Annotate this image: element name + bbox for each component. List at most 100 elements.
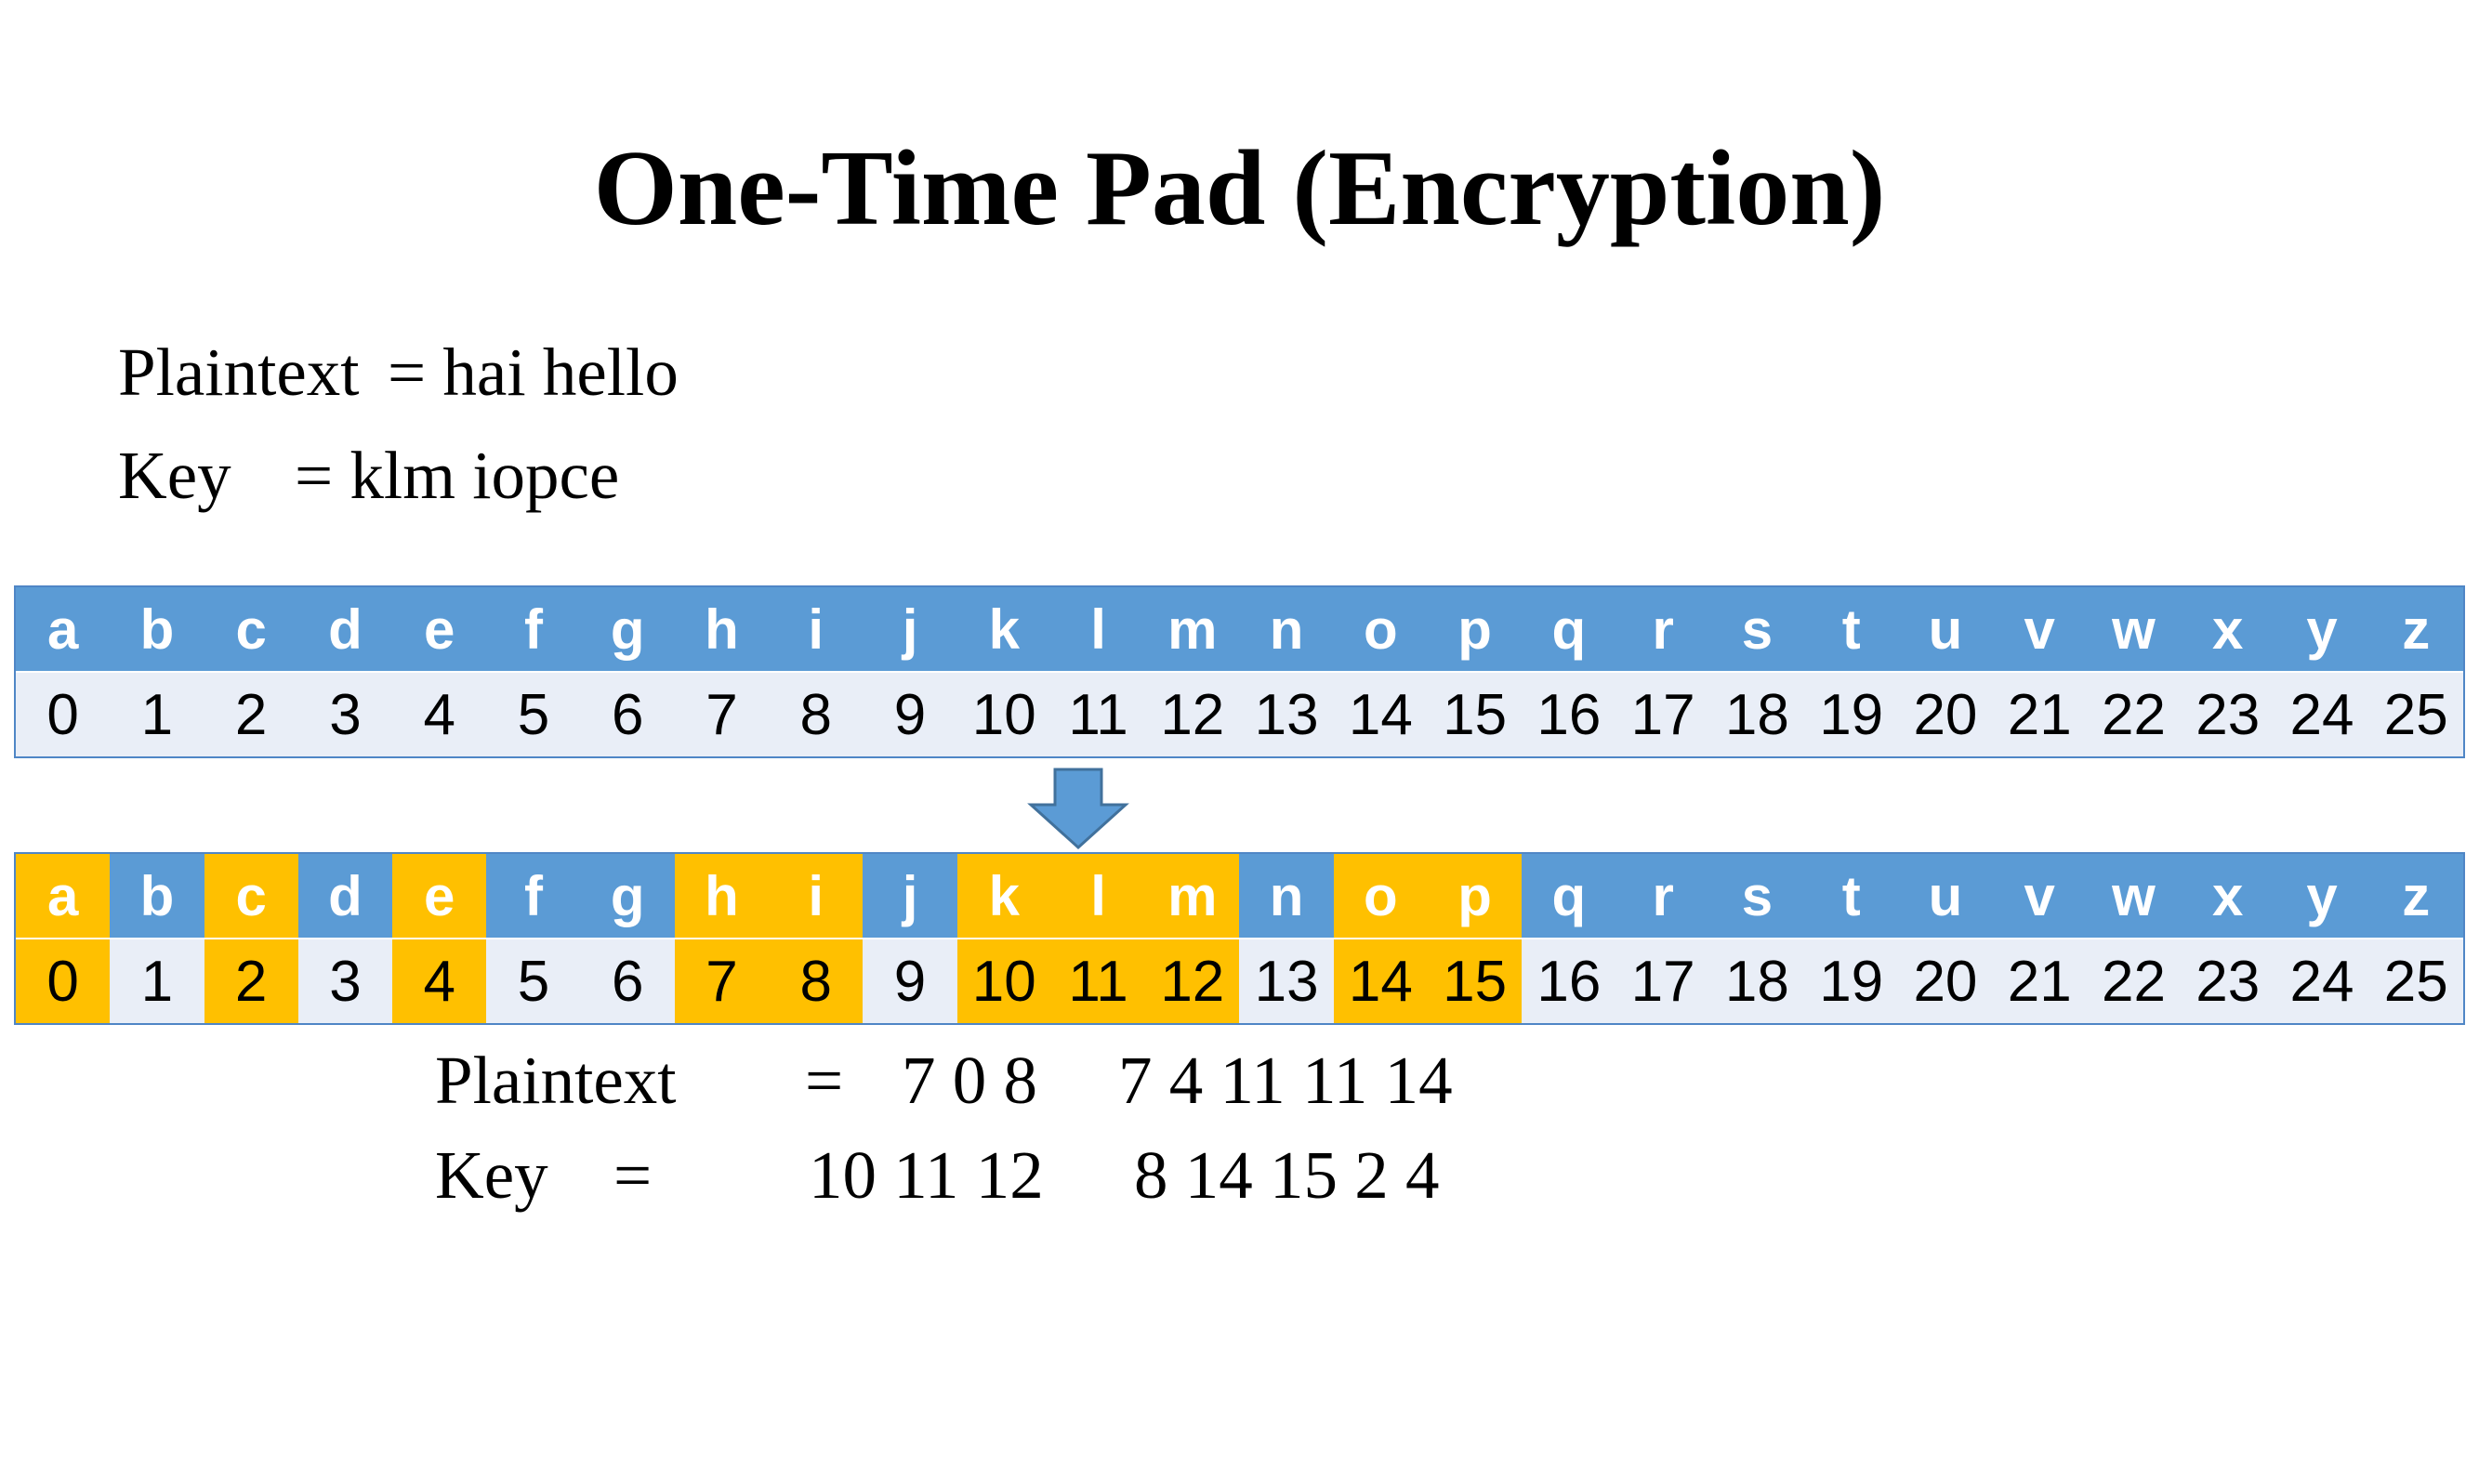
letter-row: abcdefghijklmnopqrstuvwxyz xyxy=(16,587,2463,671)
key-value: = klm iopce xyxy=(295,438,620,513)
key-numbers-equals: = xyxy=(613,1137,653,1213)
letter-cell-k: k xyxy=(956,587,1051,671)
letter-cell-f: f xyxy=(486,587,581,671)
letter-cell-o: o xyxy=(1333,587,1428,671)
plaintext-value: = hai hello xyxy=(388,335,679,410)
letter-cell-h: h xyxy=(674,854,770,938)
number-cell-13: 13 xyxy=(1239,939,1334,1023)
number-cell-0: 0 xyxy=(16,939,111,1023)
number-cell-1: 1 xyxy=(110,673,204,756)
letter-cell-s: s xyxy=(1709,854,1805,938)
down-arrow-icon xyxy=(1027,768,1129,850)
letter-cell-a: a xyxy=(16,587,111,671)
letter-cell-h: h xyxy=(674,587,770,671)
plaintext-numbers-word1: 7 0 8 xyxy=(902,1043,1037,1118)
number-cell-7: 7 xyxy=(674,673,770,756)
number-cell-6: 6 xyxy=(580,939,675,1023)
letter-cell-v: v xyxy=(1992,587,2087,671)
letter-cell-w: w xyxy=(2086,854,2182,938)
number-cell-21: 21 xyxy=(1992,673,2087,756)
number-cell-18: 18 xyxy=(1709,673,1805,756)
number-cell-2: 2 xyxy=(204,939,298,1023)
number-cell-10: 10 xyxy=(956,939,1051,1023)
letter-cell-r: r xyxy=(1615,587,1710,671)
letter-cell-c: c xyxy=(204,854,298,938)
number-cell-20: 20 xyxy=(1898,673,1993,756)
number-row: 0 1 2 3 4 5 6 7 8 9 10 11 12 13 14 15 16 17 18 19 20 21 22 23 24… xyxy=(16,938,2463,1023)
letter-row: abcdefghijklmnopqrstuvwxyz xyxy=(16,854,2463,938)
key-label: Key xyxy=(118,438,231,513)
number-cell-4: 4 xyxy=(392,673,487,756)
number-cell-12: 12 xyxy=(1145,939,1240,1023)
letter-cell-n: n xyxy=(1239,854,1334,938)
letter-cell-u: u xyxy=(1898,854,1993,938)
letter-cell-x: x xyxy=(2181,587,2275,671)
number-cell-8: 8 xyxy=(769,939,864,1023)
letter-cell-b: b xyxy=(110,854,204,938)
number-cell-12: 12 xyxy=(1145,673,1240,756)
number-cell-3: 3 xyxy=(297,939,393,1023)
plaintext-numbers-word2: 7 4 11 11 14 xyxy=(1118,1043,1453,1118)
letter-cell-p: p xyxy=(1427,854,1523,938)
number-cell-14: 14 xyxy=(1333,939,1428,1023)
number-cell-9: 9 xyxy=(863,939,957,1023)
number-cell-6: 6 xyxy=(580,673,675,756)
number-cell-17: 17 xyxy=(1615,673,1710,756)
key-numbers-line: Key = 10 11 12 8 14 15 2 4 xyxy=(0,1141,1440,1480)
letter-cell-y: y xyxy=(2275,587,2369,671)
letter-cell-d: d xyxy=(297,854,393,938)
key-numbers-label: Key xyxy=(435,1137,548,1213)
number-cell-2: 2 xyxy=(204,673,298,756)
plaintext-definition: Plaintext = hai hello xyxy=(118,338,679,406)
number-cell-15: 15 xyxy=(1427,673,1523,756)
key-numbers-word1: 10 11 12 xyxy=(809,1137,1044,1213)
letter-cell-q: q xyxy=(1522,587,1616,671)
number-cell-17: 17 xyxy=(1615,939,1710,1023)
letter-cell-z: z xyxy=(2368,854,2463,938)
number-cell-15: 15 xyxy=(1427,939,1523,1023)
letter-cell-c: c xyxy=(204,587,298,671)
number-cell-3: 3 xyxy=(297,673,393,756)
number-cell-25: 25 xyxy=(2368,673,2463,756)
number-cell-7: 7 xyxy=(674,939,770,1023)
number-cell-16: 16 xyxy=(1522,939,1616,1023)
key-numbers-word2: 8 14 15 2 4 xyxy=(1134,1137,1440,1213)
number-cell-22: 22 xyxy=(2086,939,2182,1023)
alphabet-table: abcdefghijklmnopqrstuvwxyz 0 1 2 3 4 5 6 7 8 9 10 1… xyxy=(14,585,2465,758)
letter-cell-y: y xyxy=(2275,854,2369,938)
letter-cell-f: f xyxy=(486,854,581,938)
number-cell-5: 5 xyxy=(486,673,581,756)
number-cell-20: 20 xyxy=(1898,939,1993,1023)
letter-cell-u: u xyxy=(1898,587,1993,671)
letter-cell-w: w xyxy=(2086,587,2182,671)
number-cell-8: 8 xyxy=(769,673,864,756)
letter-cell-g: g xyxy=(580,854,675,938)
number-cell-18: 18 xyxy=(1709,939,1805,1023)
letter-cell-q: q xyxy=(1522,854,1616,938)
number-cell-9: 9 xyxy=(863,673,957,756)
number-cell-5: 5 xyxy=(486,939,581,1023)
letter-cell-x: x xyxy=(2181,854,2275,938)
letter-cell-p: p xyxy=(1427,587,1523,671)
slide-title: One-Time Pad (Encryption) xyxy=(593,129,1886,248)
letter-cell-v: v xyxy=(1992,854,2087,938)
number-cell-1: 1 xyxy=(110,939,204,1023)
letter-cell-t: t xyxy=(1804,587,1899,671)
letter-cell-b: b xyxy=(110,587,204,671)
letter-cell-e: e xyxy=(392,854,487,938)
letter-cell-z: z xyxy=(2368,587,2463,671)
letter-cell-i: i xyxy=(769,854,864,938)
number-cell-21: 21 xyxy=(1992,939,2087,1023)
number-cell-22: 22 xyxy=(2086,673,2182,756)
number-cell-25: 25 xyxy=(2368,939,2463,1023)
letter-cell-n: n xyxy=(1239,587,1334,671)
letter-cell-a: a xyxy=(16,854,111,938)
number-cell-16: 16 xyxy=(1522,673,1616,756)
number-cell-14: 14 xyxy=(1333,673,1428,756)
highlighted-alphabet-table: abcdefghijklmnopqrstuvwxyz 0 1 2 3 4 5 6 7 8 9 10 1… xyxy=(14,852,2465,1025)
number-cell-11: 11 xyxy=(1050,939,1146,1023)
letter-cell-j: j xyxy=(863,587,957,671)
number-cell-13: 13 xyxy=(1239,673,1334,756)
letter-cell-o: o xyxy=(1333,854,1428,938)
letter-cell-m: m xyxy=(1145,854,1240,938)
